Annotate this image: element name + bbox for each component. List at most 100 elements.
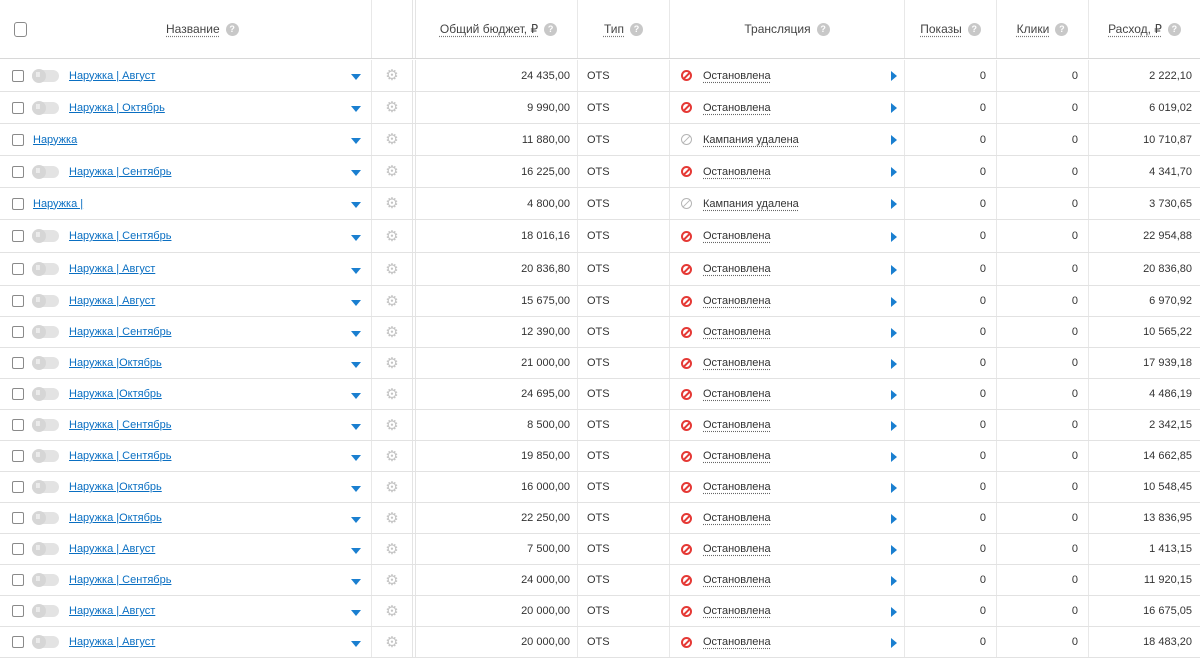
dropdown-arrow-icon[interactable] bbox=[351, 517, 361, 523]
campaign-link[interactable]: Наружка | Сентябрь bbox=[69, 166, 171, 178]
gear-icon[interactable]: ⚙ bbox=[385, 542, 398, 557]
play-icon[interactable] bbox=[891, 297, 897, 307]
pause-toggle[interactable] bbox=[32, 229, 59, 243]
status-text[interactable]: Остановлена bbox=[703, 450, 771, 462]
campaign-link[interactable]: Наружка | Август bbox=[69, 70, 155, 82]
campaign-link[interactable]: Наружка | Сентябрь bbox=[69, 450, 171, 462]
play-icon[interactable] bbox=[891, 421, 897, 431]
pause-toggle[interactable] bbox=[32, 511, 59, 525]
campaign-link[interactable]: Наружка |Октябрь bbox=[69, 481, 162, 493]
header-clicks[interactable]: Клики bbox=[1017, 22, 1050, 36]
campaign-link[interactable]: Наружка | Сентябрь bbox=[69, 230, 171, 242]
pause-toggle[interactable] bbox=[32, 480, 59, 494]
help-icon[interactable]: ? bbox=[816, 22, 830, 36]
row-checkbox[interactable] bbox=[12, 543, 24, 555]
help-icon[interactable]: ? bbox=[967, 22, 981, 36]
help-icon[interactable]: ? bbox=[225, 22, 239, 36]
status-text[interactable]: Остановлена bbox=[703, 481, 771, 493]
gear-icon[interactable]: ⚙ bbox=[385, 635, 398, 650]
play-icon[interactable] bbox=[891, 135, 897, 145]
play-icon[interactable] bbox=[891, 167, 897, 177]
dropdown-arrow-icon[interactable] bbox=[351, 393, 361, 399]
help-icon[interactable]: ? bbox=[1055, 22, 1069, 36]
play-icon[interactable] bbox=[891, 452, 897, 462]
pause-toggle[interactable] bbox=[32, 262, 59, 276]
pause-toggle[interactable] bbox=[32, 635, 59, 649]
dropdown-arrow-icon[interactable] bbox=[351, 138, 361, 144]
play-icon[interactable] bbox=[891, 390, 897, 400]
campaign-link[interactable]: Наружка | Август bbox=[69, 605, 155, 617]
status-text[interactable]: Остановлена bbox=[703, 388, 771, 400]
gear-icon[interactable]: ⚙ bbox=[385, 449, 398, 464]
pause-toggle[interactable] bbox=[32, 449, 59, 463]
gear-icon[interactable]: ⚙ bbox=[385, 573, 398, 588]
dropdown-arrow-icon[interactable] bbox=[351, 548, 361, 554]
gear-icon[interactable]: ⚙ bbox=[385, 325, 398, 340]
play-icon[interactable] bbox=[891, 483, 897, 493]
gear-icon[interactable]: ⚙ bbox=[385, 68, 398, 83]
row-checkbox[interactable] bbox=[12, 357, 24, 369]
row-checkbox[interactable] bbox=[12, 419, 24, 431]
status-text[interactable]: Остановлена bbox=[703, 543, 771, 555]
campaign-link[interactable]: Наружка | Сентябрь bbox=[69, 326, 171, 338]
pause-toggle[interactable] bbox=[32, 542, 59, 556]
gear-icon[interactable]: ⚙ bbox=[385, 196, 398, 211]
status-text[interactable]: Остановлена bbox=[703, 166, 771, 178]
status-text[interactable]: Остановлена bbox=[703, 326, 771, 338]
dropdown-arrow-icon[interactable] bbox=[351, 106, 361, 112]
help-icon[interactable]: ? bbox=[630, 22, 643, 36]
pause-toggle[interactable] bbox=[32, 356, 59, 370]
status-text[interactable]: Остановлена bbox=[703, 230, 771, 242]
header-spend[interactable]: Расход, ₽ bbox=[1108, 22, 1162, 36]
gear-icon[interactable]: ⚙ bbox=[385, 418, 398, 433]
status-text[interactable]: Остановлена bbox=[703, 263, 771, 275]
row-checkbox[interactable] bbox=[12, 69, 24, 82]
campaign-link[interactable]: Наружка bbox=[33, 134, 77, 146]
campaign-link[interactable]: Наружка | Август bbox=[69, 295, 155, 307]
status-text[interactable]: Остановлена bbox=[703, 574, 771, 586]
pause-toggle[interactable] bbox=[32, 604, 59, 618]
play-icon[interactable] bbox=[891, 71, 897, 81]
play-icon[interactable] bbox=[891, 199, 897, 209]
row-checkbox[interactable] bbox=[12, 295, 24, 307]
row-checkbox[interactable] bbox=[12, 230, 24, 242]
dropdown-arrow-icon[interactable] bbox=[351, 268, 361, 274]
row-checkbox[interactable] bbox=[12, 101, 24, 114]
gear-icon[interactable]: ⚙ bbox=[385, 132, 398, 147]
row-checkbox[interactable] bbox=[12, 450, 24, 462]
status-text[interactable]: Кампания удалена bbox=[703, 198, 799, 210]
campaign-link[interactable]: Наружка | Август bbox=[69, 543, 155, 555]
pause-toggle[interactable] bbox=[32, 418, 59, 432]
play-icon[interactable] bbox=[891, 545, 897, 555]
dropdown-arrow-icon[interactable] bbox=[351, 455, 361, 461]
gear-icon[interactable]: ⚙ bbox=[385, 100, 398, 115]
row-checkbox[interactable] bbox=[12, 636, 24, 648]
status-text[interactable]: Остановлена bbox=[703, 419, 771, 431]
help-icon[interactable]: ? bbox=[544, 22, 558, 36]
play-icon[interactable] bbox=[891, 576, 897, 586]
play-icon[interactable] bbox=[891, 607, 897, 617]
gear-icon[interactable]: ⚙ bbox=[385, 294, 398, 309]
header-budget[interactable]: Общий бюджет, ₽ bbox=[440, 22, 538, 36]
status-text[interactable]: Остановлена bbox=[703, 636, 771, 648]
dropdown-arrow-icon[interactable] bbox=[351, 202, 361, 208]
help-icon[interactable]: ? bbox=[1167, 22, 1181, 36]
dropdown-arrow-icon[interactable] bbox=[351, 362, 361, 368]
header-name[interactable]: Название bbox=[166, 22, 220, 36]
campaign-link[interactable]: Наружка | Август bbox=[69, 636, 155, 648]
pause-toggle[interactable] bbox=[32, 325, 59, 339]
campaign-link[interactable]: Наружка |Октябрь bbox=[69, 512, 162, 524]
dropdown-arrow-icon[interactable] bbox=[351, 424, 361, 430]
status-text[interactable]: Остановлена bbox=[703, 102, 771, 114]
status-text[interactable]: Остановлена bbox=[703, 357, 771, 369]
gear-icon[interactable]: ⚙ bbox=[385, 511, 398, 526]
pause-toggle[interactable] bbox=[32, 100, 59, 115]
pause-toggle[interactable] bbox=[32, 294, 59, 308]
campaign-link[interactable]: Наружка |Октябрь bbox=[69, 388, 162, 400]
play-icon[interactable] bbox=[891, 514, 897, 524]
gear-icon[interactable]: ⚙ bbox=[385, 164, 398, 179]
row-checkbox[interactable] bbox=[12, 605, 24, 617]
play-icon[interactable] bbox=[891, 638, 897, 648]
row-checkbox[interactable] bbox=[12, 512, 24, 524]
row-checkbox[interactable] bbox=[12, 481, 24, 493]
